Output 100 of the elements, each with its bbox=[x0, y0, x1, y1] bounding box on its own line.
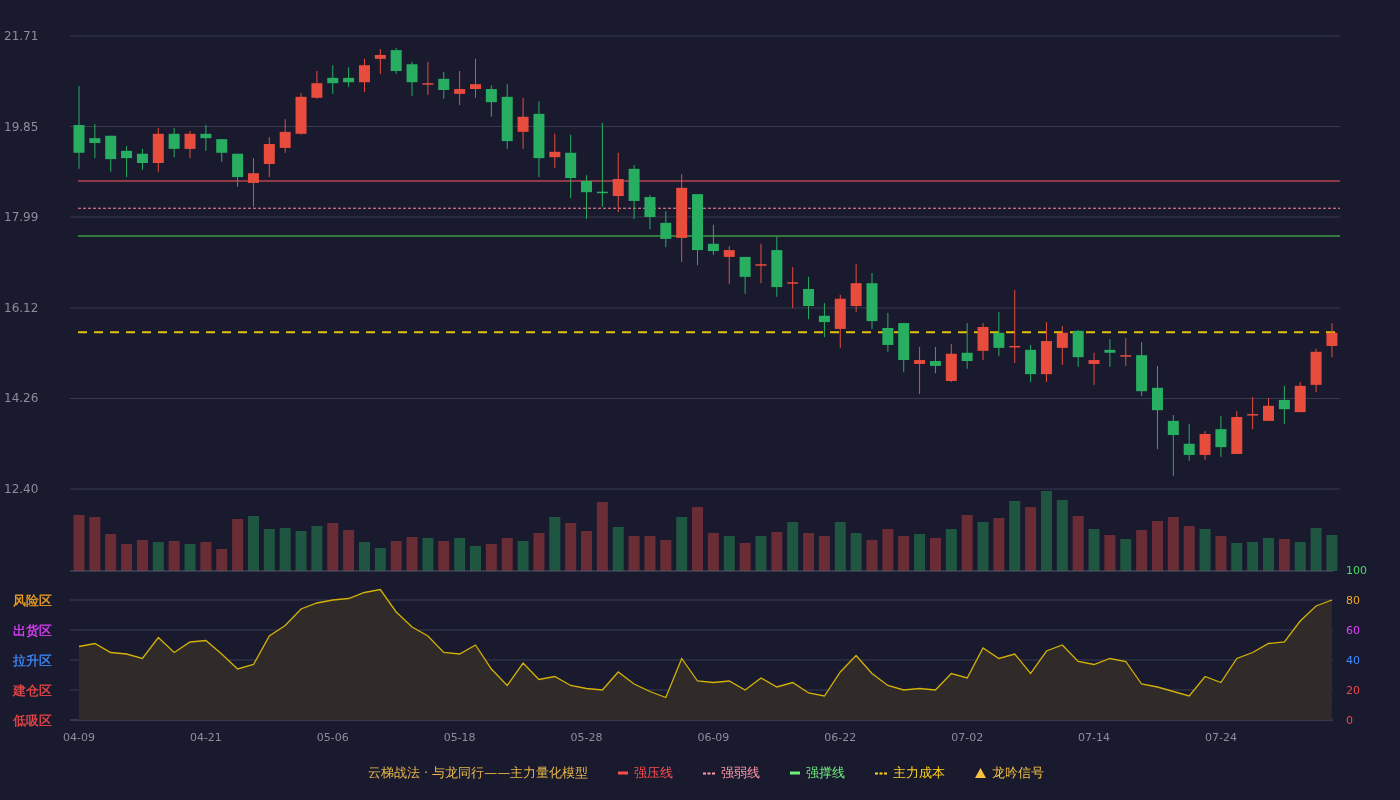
candlestick bbox=[707, 224, 719, 256]
candlestick bbox=[723, 245, 735, 285]
candlestick bbox=[850, 263, 862, 313]
axis-label: 12.40 bbox=[4, 482, 39, 496]
axis-label: 06-09 bbox=[697, 731, 730, 744]
axis-label: 100 bbox=[1346, 564, 1367, 577]
axis-label: 05-06 bbox=[316, 731, 349, 744]
axis-label: 17.99 bbox=[4, 210, 39, 224]
candlestick bbox=[1056, 325, 1068, 366]
axis-label: 05-28 bbox=[570, 731, 603, 744]
legend-title: 云梯战法 · 与龙同行——主力量化模型 bbox=[367, 764, 589, 782]
candlestick bbox=[485, 84, 497, 118]
axis-label: 07-14 bbox=[1078, 731, 1110, 744]
candlestick bbox=[470, 58, 481, 99]
candlestick bbox=[89, 123, 101, 159]
axis-label: 07-02 bbox=[951, 731, 984, 744]
candlestick bbox=[803, 276, 815, 320]
axis-label: 21.71 bbox=[4, 29, 39, 43]
candlestick bbox=[406, 61, 418, 97]
candlestick bbox=[834, 294, 846, 349]
legend-label: 强压线 bbox=[634, 764, 674, 782]
candlestick bbox=[1136, 341, 1148, 397]
candlestick bbox=[1183, 423, 1195, 462]
candlestick bbox=[882, 312, 894, 353]
candlestick bbox=[501, 83, 513, 150]
candlestick bbox=[755, 243, 767, 284]
candlestick bbox=[438, 71, 450, 100]
legend-label: 强撑线 bbox=[806, 764, 846, 782]
candlestick bbox=[1072, 329, 1084, 368]
axis-label: 06-22 bbox=[824, 731, 857, 744]
candlestick bbox=[121, 145, 133, 178]
candlestick bbox=[1278, 385, 1290, 425]
candlestick bbox=[914, 346, 926, 395]
candlestick bbox=[1247, 396, 1259, 430]
candlestick bbox=[1088, 352, 1100, 386]
candlestick bbox=[168, 127, 180, 158]
candlestick bbox=[549, 133, 561, 169]
candlestick bbox=[581, 174, 592, 220]
candlestick bbox=[343, 66, 355, 88]
candlestick bbox=[263, 136, 275, 178]
zone-label: 建仓区 bbox=[13, 683, 52, 698]
axis-label: 0 bbox=[1346, 714, 1353, 727]
candlestick bbox=[359, 58, 370, 93]
candlestick bbox=[517, 97, 529, 150]
candlestick bbox=[1167, 414, 1179, 477]
axis-label: 80 bbox=[1346, 594, 1360, 607]
axis-label: 60 bbox=[1346, 624, 1360, 637]
candlestick bbox=[866, 272, 878, 330]
candlestick bbox=[390, 47, 402, 75]
candlestick bbox=[961, 322, 973, 370]
axis-label: 05-18 bbox=[443, 731, 476, 744]
candlestick bbox=[232, 153, 244, 188]
candlestick bbox=[105, 135, 117, 173]
candlestick bbox=[1120, 337, 1132, 367]
candlestick bbox=[898, 322, 910, 373]
candlestick bbox=[1326, 322, 1338, 358]
axis-label: 04-21 bbox=[189, 731, 222, 744]
candlestick bbox=[739, 256, 751, 295]
zone-label: 出货区 bbox=[13, 623, 52, 638]
legend-label: 龙吟信号 bbox=[992, 764, 1045, 782]
candlestick bbox=[247, 157, 259, 208]
candlestick bbox=[279, 118, 291, 154]
zone-label: 低吸区 bbox=[13, 713, 52, 728]
candlestick bbox=[184, 130, 196, 159]
candlestick bbox=[152, 127, 164, 173]
candlestick bbox=[1231, 410, 1243, 455]
candlestick bbox=[1199, 430, 1211, 461]
axis-label: 40 bbox=[1346, 654, 1360, 667]
zone-label: 风险区 bbox=[13, 593, 52, 608]
candlestick bbox=[945, 343, 957, 383]
zone-label: 拉升区 bbox=[13, 653, 52, 668]
candlestick bbox=[295, 92, 307, 136]
candlestick bbox=[1263, 397, 1274, 422]
candlestick bbox=[454, 70, 466, 106]
candlestick bbox=[977, 322, 989, 361]
candlestick bbox=[200, 124, 212, 152]
candlestick bbox=[374, 48, 386, 75]
axis-label: 19.85 bbox=[4, 119, 39, 134]
candlestick bbox=[993, 311, 1005, 357]
candlestick bbox=[612, 152, 624, 213]
candlestick bbox=[136, 148, 148, 171]
candlestick bbox=[311, 70, 323, 100]
candlestick bbox=[644, 194, 656, 230]
candlestick bbox=[660, 210, 672, 248]
candlestick bbox=[771, 236, 783, 298]
candlestick bbox=[818, 302, 830, 338]
legend-label: 主力成本 bbox=[893, 764, 946, 782]
legend-label: 强弱线 bbox=[721, 764, 761, 782]
axis-label: 07-24 bbox=[1204, 731, 1237, 744]
candlestick bbox=[1215, 415, 1227, 458]
candlestick bbox=[1310, 348, 1322, 393]
axis-label: 16.12 bbox=[4, 301, 39, 315]
candlestick bbox=[1104, 338, 1116, 368]
candlestick bbox=[1025, 344, 1037, 383]
candlestick bbox=[1040, 321, 1052, 383]
candlestick bbox=[1294, 381, 1306, 413]
axis-label: 20 bbox=[1346, 684, 1360, 697]
candlestick bbox=[565, 134, 577, 199]
axis-label: 14.26 bbox=[4, 391, 39, 406]
candlestick bbox=[216, 138, 228, 163]
